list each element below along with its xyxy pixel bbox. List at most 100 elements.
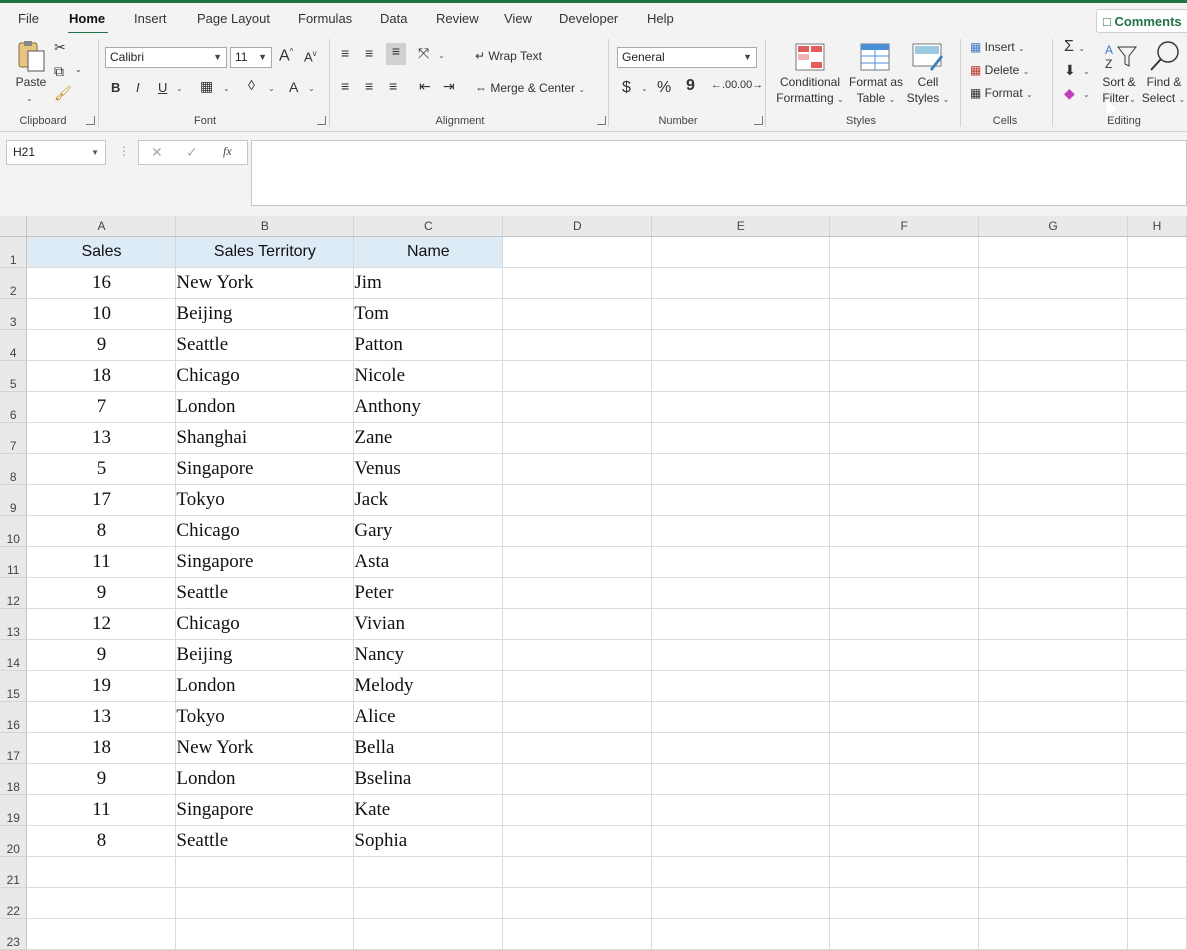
- font-size-select[interactable]: 11 ▼: [230, 47, 272, 68]
- cell[interactable]: 12: [26, 608, 177, 640]
- cell[interactable]: Shanghai: [175, 422, 355, 454]
- cell[interactable]: [829, 732, 980, 764]
- tab-home[interactable]: Home: [69, 11, 105, 26]
- cell[interactable]: [829, 453, 980, 485]
- chevron-down-icon[interactable]: ⌄: [438, 51, 445, 60]
- cell[interactable]: [1127, 887, 1187, 919]
- find-select-icon[interactable]: [1148, 40, 1182, 72]
- chevron-down-icon[interactable]: ⌄: [223, 84, 230, 93]
- cell[interactable]: Peter: [353, 577, 504, 609]
- copy-icon[interactable]: ⧉: [54, 63, 64, 80]
- cell[interactable]: [978, 701, 1128, 733]
- font-color-button[interactable]: A: [289, 79, 298, 95]
- cell[interactable]: [978, 546, 1128, 578]
- chevron-down-icon[interactable]: ⌄: [1083, 90, 1090, 99]
- cell[interactable]: [978, 763, 1128, 795]
- paste-label[interactable]: Paste: [14, 74, 48, 90]
- shrink-font-button[interactable]: Av: [304, 49, 317, 64]
- cell[interactable]: [651, 887, 831, 919]
- header-cell-sales[interactable]: Sales: [26, 236, 177, 268]
- cell[interactable]: [829, 422, 980, 454]
- cell[interactable]: [651, 639, 831, 671]
- format-painter-icon[interactable]: 🖌: [54, 85, 72, 102]
- cell[interactable]: [829, 515, 980, 547]
- row-header[interactable]: 9: [0, 484, 28, 516]
- copy-dropdown-icon[interactable]: ⌄: [75, 65, 82, 74]
- cell[interactable]: [978, 267, 1128, 299]
- cell[interactable]: [651, 732, 831, 764]
- number-format-select[interactable]: General ▼: [617, 47, 757, 68]
- cell[interactable]: [978, 887, 1128, 919]
- row-header[interactable]: 10: [0, 515, 28, 547]
- cell[interactable]: Bselina: [353, 763, 504, 795]
- cell[interactable]: Vivian: [353, 608, 504, 640]
- tab-formulas[interactable]: Formulas: [298, 11, 352, 26]
- fill-icon[interactable]: ⬇: [1064, 62, 1076, 79]
- header-cell-name[interactable]: Name: [353, 236, 504, 268]
- paste-dropdown-icon[interactable]: ⌄: [26, 91, 33, 107]
- cell[interactable]: [353, 887, 504, 919]
- cell[interactable]: Nicole: [353, 360, 504, 392]
- cell[interactable]: Jack: [353, 484, 504, 516]
- cell[interactable]: New York: [175, 732, 355, 764]
- tab-developer[interactable]: Developer: [559, 11, 618, 26]
- cell[interactable]: [502, 670, 653, 702]
- cell[interactable]: [175, 918, 355, 950]
- cell[interactable]: [651, 236, 831, 268]
- cell[interactable]: [978, 732, 1128, 764]
- chevron-down-icon[interactable]: ⌄: [308, 84, 315, 93]
- cell[interactable]: [1127, 701, 1187, 733]
- cell[interactable]: [978, 484, 1128, 516]
- comments-button[interactable]: □ Comments: [1096, 9, 1187, 33]
- cell[interactable]: [978, 453, 1128, 485]
- format-as-table-label[interactable]: Format as: [846, 74, 906, 90]
- cell[interactable]: Sophia: [353, 825, 504, 857]
- cell[interactable]: Bella: [353, 732, 504, 764]
- formula-input[interactable]: [251, 140, 1187, 206]
- cell[interactable]: [502, 732, 653, 764]
- cell[interactable]: [502, 701, 653, 733]
- cell[interactable]: [175, 856, 355, 888]
- cell[interactable]: [651, 453, 831, 485]
- cell[interactable]: Singapore: [175, 794, 355, 826]
- row-header[interactable]: 21: [0, 856, 28, 888]
- cell[interactable]: [1127, 825, 1187, 857]
- find-select-label[interactable]: Find &: [1142, 74, 1186, 90]
- cell[interactable]: [651, 577, 831, 609]
- cell-styles-label-2[interactable]: Styles ⌄: [902, 90, 954, 108]
- align-middle-icon[interactable]: ≡: [365, 45, 373, 61]
- column-header-f[interactable]: F: [829, 216, 980, 237]
- cell[interactable]: [1127, 391, 1187, 423]
- column-header-h[interactable]: H: [1127, 216, 1187, 237]
- increase-decimal-icon[interactable]: ←.00: [711, 79, 737, 91]
- row-header[interactable]: 6: [0, 391, 28, 423]
- cell[interactable]: Singapore: [175, 453, 355, 485]
- cell[interactable]: [175, 887, 355, 919]
- cell[interactable]: Alice: [353, 701, 504, 733]
- cell[interactable]: Beijing: [175, 298, 355, 330]
- cell[interactable]: Tom: [353, 298, 504, 330]
- cell[interactable]: Seattle: [175, 825, 355, 857]
- cell[interactable]: [502, 546, 653, 578]
- row-header[interactable]: 20: [0, 825, 28, 857]
- cell[interactable]: [829, 391, 980, 423]
- tab-view[interactable]: View: [504, 11, 532, 26]
- cell[interactable]: [829, 484, 980, 516]
- chevron-down-icon[interactable]: ⌄: [641, 84, 648, 93]
- decrease-decimal-icon[interactable]: .00→: [737, 79, 763, 91]
- cell[interactable]: [1127, 329, 1187, 361]
- cell[interactable]: 8: [26, 515, 177, 547]
- cell[interactable]: [829, 918, 980, 950]
- currency-button[interactable]: $: [622, 79, 631, 97]
- cell[interactable]: [651, 856, 831, 888]
- column-header-d[interactable]: D: [502, 216, 653, 237]
- align-bottom-icon[interactable]: ≡: [386, 43, 406, 65]
- row-header[interactable]: 11: [0, 546, 28, 578]
- row-header[interactable]: 13: [0, 608, 28, 640]
- cell[interactable]: [829, 763, 980, 795]
- cell[interactable]: [978, 515, 1128, 547]
- cell[interactable]: [502, 887, 653, 919]
- format-as-table-icon[interactable]: [860, 43, 892, 71]
- cell[interactable]: [26, 887, 177, 919]
- align-center-icon[interactable]: ≡: [365, 78, 373, 94]
